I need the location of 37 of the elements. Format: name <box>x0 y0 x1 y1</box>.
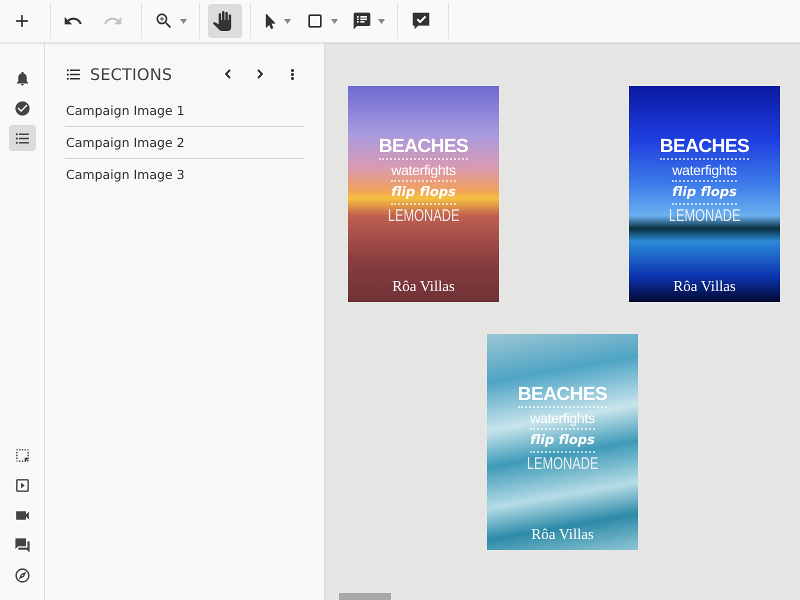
headline-text: BEACHES <box>518 384 608 408</box>
poster-text: flip flops <box>530 430 595 453</box>
section-item[interactable]: Campaign Image 3 <box>65 159 304 190</box>
brand-text: Rôa Villas <box>673 279 736 296</box>
sections-rail-button[interactable] <box>8 125 36 151</box>
poster-text: LEMONADE <box>526 453 598 475</box>
chat-icon <box>14 536 30 554</box>
poster-text: LEMONADE <box>388 205 460 227</box>
hand-tool-button[interactable] <box>208 4 242 38</box>
zoom-in-icon <box>154 11 174 31</box>
campaign-image[interactable]: BEACHES waterfights flip flops LEMONADE Rôa Villas <box>629 86 780 302</box>
poster-text: flip flops <box>672 182 737 205</box>
section-item[interactable]: Campaign Image 2 <box>65 127 304 159</box>
selection-icon <box>14 446 30 464</box>
compass-icon <box>14 566 30 584</box>
campaign-image[interactable]: BEACHES waterfights flip flops LEMONADE Rôa Villas <box>487 334 638 550</box>
hand-icon <box>212 11 232 31</box>
note-icon <box>352 11 372 31</box>
poster-text: LEMONADE <box>668 205 740 227</box>
poster-text: waterfights <box>391 160 456 182</box>
campaign-image[interactable]: BEACHES waterfights flip flops LEMONADE Rôa Villas <box>348 86 499 302</box>
comment-check-icon <box>410 10 432 32</box>
poster-text: waterfights <box>672 160 737 182</box>
brand-text: Rôa Villas <box>531 527 594 544</box>
chevron-left-icon <box>225 69 231 79</box>
panel-title: SECTIONS <box>90 64 174 84</box>
headline-text: BEACHES <box>378 136 468 160</box>
pointer-icon <box>263 14 278 28</box>
headline-text: BEACHES <box>660 136 750 160</box>
more-icon <box>290 68 294 80</box>
brand-text: Rôa Villas <box>392 279 455 296</box>
poster-text: flip flops <box>391 182 456 205</box>
section-item[interactable]: Campaign Image 1 <box>65 95 304 127</box>
scrollbar-thumb[interactable] <box>339 593 391 600</box>
presentation-icon <box>14 476 30 494</box>
chevron-right-icon <box>257 69 263 79</box>
poster-text: waterfights <box>530 408 595 430</box>
